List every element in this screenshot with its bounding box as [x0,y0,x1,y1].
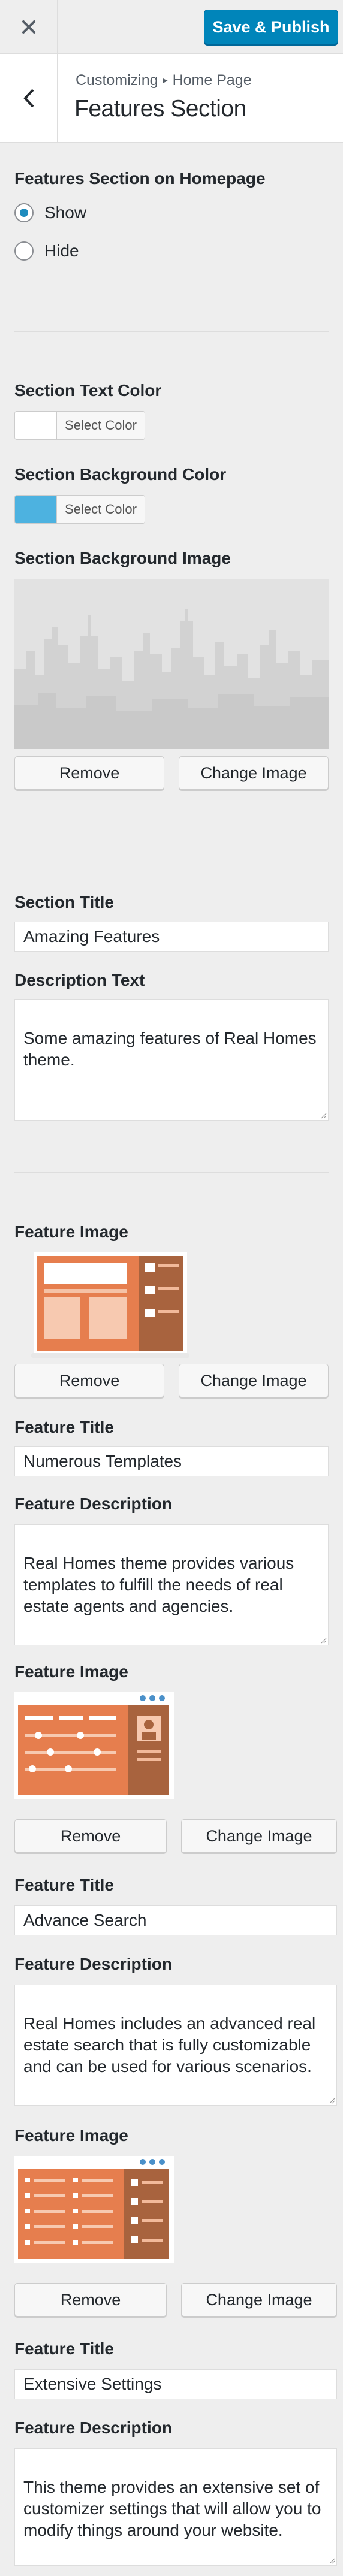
feature-1-title-input[interactable]: Numerous Templates [14,1446,329,1476]
feature-description-label: Feature Description [14,2418,172,2437]
feature-2-change-image-button[interactable]: Change Image [181,1819,337,1853]
feature-3-change-image-button[interactable]: Change Image [181,2283,337,2317]
divider [14,1172,329,1173]
description-text: Real Homes theme provides various templa… [23,1554,294,1615]
city-skyline-image [14,579,329,749]
feature-3-description-textarea[interactable]: This theme provides an extensive set of … [14,2448,337,2566]
feature-title-label: Feature Title [14,2339,114,2358]
feature-image-label: Feature Image [14,2126,128,2145]
back-button[interactable] [0,54,58,143]
feature-1-remove-button[interactable]: Remove [14,1364,164,1397]
resize-handle-icon[interactable] [328,2557,335,2564]
templates-illustration [31,1252,189,1358]
settings-illustration [14,2156,174,2263]
radio-hide[interactable]: Hide [14,241,79,261]
bg-image-change-button[interactable]: Change Image [179,756,329,790]
feature-image-preview [14,1692,174,1799]
text-color-picker[interactable]: Select Color [14,411,145,440]
breadcrumb-parent: Customizing [76,72,158,89]
divider [14,331,329,332]
color-swatch [15,496,57,523]
select-color-label: Select Color [65,502,137,517]
feature-image-label: Feature Image [14,1222,128,1241]
page-title: Features Section [74,96,246,122]
close-icon [22,20,35,34]
search-illustration [14,1692,174,1799]
radio-show-label: Show [44,203,87,222]
feature-image-label: Feature Image [14,1662,128,1681]
feature-2-remove-button[interactable]: Remove [14,1819,167,1853]
customizer-top-bar: Save & Publish [0,0,343,54]
feature-image-preview [14,2156,174,2263]
bg-image-remove-button[interactable]: Remove [14,756,164,790]
feature-2-title-input[interactable]: Advance Search [14,1905,337,1935]
description-label: Description Text [14,971,145,989]
section-title-input[interactable]: Amazing Features [14,922,329,952]
description-text: This theme provides an extensive set of … [23,2478,321,2539]
feature-2-description-textarea[interactable]: Real Homes includes an advanced real est… [14,1985,337,2106]
close-button[interactable] [0,0,58,54]
text-color-label: Section Text Color [14,381,162,400]
triangle-right-icon: ▸ [163,76,168,86]
select-color-label: Select Color [65,418,137,433]
bg-color-label: Section Background Color [14,465,227,484]
radio-hide-label: Hide [44,241,79,260]
radio-show[interactable]: Show [14,203,86,222]
chevron-left-icon [23,89,34,108]
display-label: Features Section on Homepage [14,169,266,188]
resize-handle-icon[interactable] [328,2097,335,2104]
resize-handle-icon[interactable] [320,1112,327,1119]
breadcrumb: Customizing ▸ Home Page [76,72,252,89]
bg-color-picker[interactable]: Select Color [14,495,145,524]
feature-3-title-input[interactable]: Extensive Settings [14,2369,337,2399]
feature-3-remove-button[interactable]: Remove [14,2283,167,2317]
breadcrumb-current: Home Page [172,72,252,89]
description-text: Some amazing features of Real Homes them… [23,1029,317,1069]
feature-description-label: Feature Description [14,1494,172,1513]
feature-title-label: Feature Title [14,1876,114,1894]
resize-handle-icon[interactable] [320,1636,327,1644]
bg-image-preview [14,579,329,749]
radio-button[interactable] [14,241,34,261]
color-swatch [15,412,57,439]
save-publish-button[interactable]: Save & Publish [204,10,338,44]
description-text: Real Homes includes an advanced real est… [23,2014,316,2076]
feature-description-label: Feature Description [14,1955,172,1973]
radio-button-selected[interactable] [14,203,34,222]
section-title-label: Section Title [14,893,114,911]
feature-1-change-image-button[interactable]: Change Image [179,1364,329,1397]
feature-1-description-textarea[interactable]: Real Homes theme provides various templa… [14,1524,329,1645]
description-textarea[interactable]: Some amazing features of Real Homes them… [14,999,329,1121]
bg-image-label: Section Background Image [14,549,231,567]
feature-image-preview [31,1252,189,1359]
feature-title-label: Feature Title [14,1418,114,1436]
panel-header: Customizing ▸ Home Page Features Section [0,54,343,143]
